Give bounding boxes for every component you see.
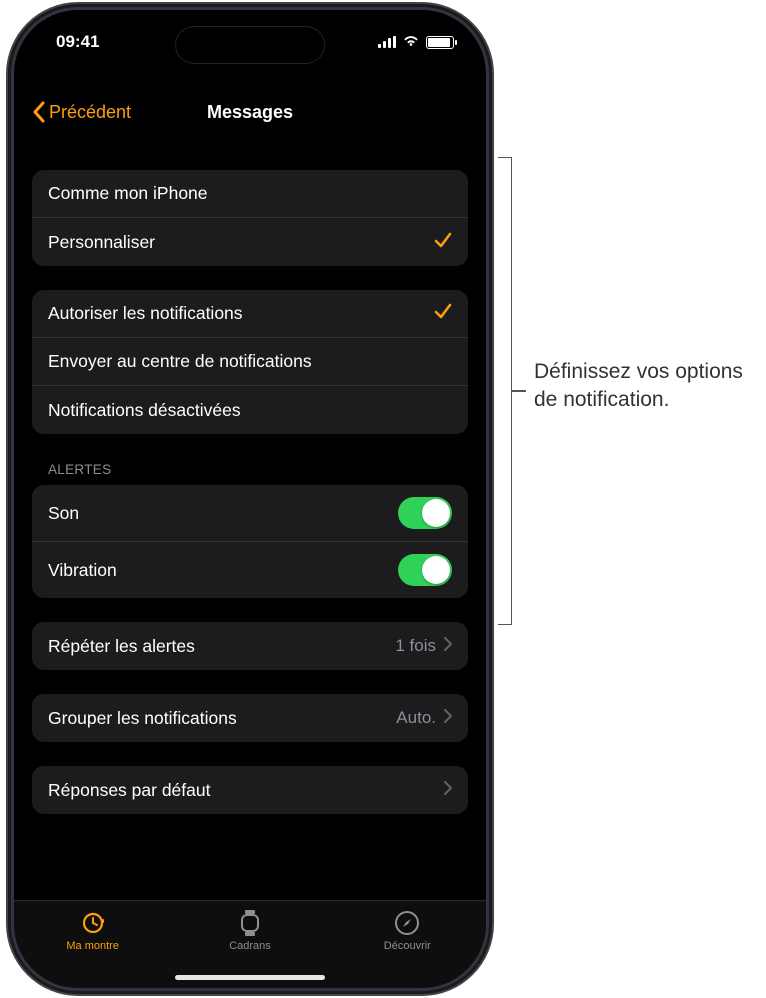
callout-text: Définissez vos options de notification. — [534, 358, 754, 415]
allow-notifications-row[interactable]: Autoriser les notifications — [32, 290, 468, 338]
home-indicator[interactable] — [175, 975, 325, 980]
repeat-alerts-row[interactable]: Répéter les alertes 1 fois — [32, 622, 468, 670]
default-replies-label: Réponses par défaut — [48, 780, 210, 801]
repeat-group: Répéter les alertes 1 fois — [32, 622, 468, 670]
status-time: 09:41 — [56, 32, 99, 52]
notifications-off-row[interactable]: Notifications désactivées — [32, 386, 468, 434]
watch-icon — [79, 909, 107, 937]
callout-bracket — [498, 157, 512, 625]
send-to-center-label: Envoyer au centre de notifications — [48, 351, 312, 372]
mirror-iphone-label: Comme mon iPhone — [48, 183, 208, 204]
content-area: Comme mon iPhone Personnaliser Autoriser… — [14, 140, 486, 900]
dynamic-island — [175, 26, 325, 64]
checkmark-icon — [434, 302, 452, 325]
callout-tick — [512, 390, 526, 392]
watch-face-icon — [236, 909, 264, 937]
repeat-alerts-value: 1 fois — [395, 636, 436, 656]
tab-my-watch[interactable]: Ma montre — [14, 909, 171, 952]
wifi-icon — [402, 32, 420, 52]
battery-icon — [426, 36, 454, 49]
group-notifications-group: Grouper les notifications Auto. — [32, 694, 468, 742]
navigation-bar: Précédent Messages — [14, 90, 486, 134]
default-replies-row[interactable]: Réponses par défaut — [32, 766, 468, 814]
custom-row[interactable]: Personnaliser — [32, 218, 468, 266]
alerts-header: ALERTES — [32, 434, 468, 485]
tab-my-watch-label: Ma montre — [66, 940, 119, 952]
group-notifications-value: Auto. — [396, 708, 436, 728]
chevron-right-icon — [444, 636, 452, 656]
compass-icon — [393, 909, 421, 937]
tab-faces-label: Cadrans — [229, 940, 271, 952]
sound-row: Son — [32, 485, 468, 542]
default-replies-group: Réponses par défaut — [32, 766, 468, 814]
haptic-label: Vibration — [48, 560, 117, 581]
chevron-right-icon — [444, 708, 452, 728]
tab-faces[interactable]: Cadrans — [171, 909, 328, 952]
allow-notifications-label: Autoriser les notifications — [48, 303, 243, 324]
mirror-iphone-row[interactable]: Comme mon iPhone — [32, 170, 468, 218]
checkmark-icon — [434, 231, 452, 254]
sound-toggle[interactable] — [398, 497, 452, 529]
group-notifications-label: Grouper les notifications — [48, 708, 237, 729]
send-to-center-row[interactable]: Envoyer au centre de notifications — [32, 338, 468, 386]
back-label: Précédent — [49, 102, 131, 123]
iphone-frame: 09:41 Précédent Messages Comme mon iPhon… — [14, 10, 486, 988]
cellular-icon — [378, 36, 396, 48]
mirror-group: Comme mon iPhone Personnaliser — [32, 170, 468, 266]
haptic-toggle[interactable] — [398, 554, 452, 586]
back-button[interactable]: Précédent — [32, 101, 131, 123]
sound-label: Son — [48, 503, 79, 524]
notifications-group: Autoriser les notifications Envoyer au c… — [32, 290, 468, 434]
tab-discover-label: Découvrir — [384, 940, 431, 952]
haptic-row: Vibration — [32, 542, 468, 598]
custom-label: Personnaliser — [48, 232, 155, 253]
notifications-off-label: Notifications désactivées — [48, 400, 241, 421]
group-notifications-row[interactable]: Grouper les notifications Auto. — [32, 694, 468, 742]
repeat-alerts-label: Répéter les alertes — [48, 636, 195, 657]
page-title: Messages — [207, 102, 293, 123]
chevron-right-icon — [444, 780, 452, 800]
alerts-group: Son Vibration — [32, 485, 468, 598]
tab-discover[interactable]: Découvrir — [329, 909, 486, 952]
